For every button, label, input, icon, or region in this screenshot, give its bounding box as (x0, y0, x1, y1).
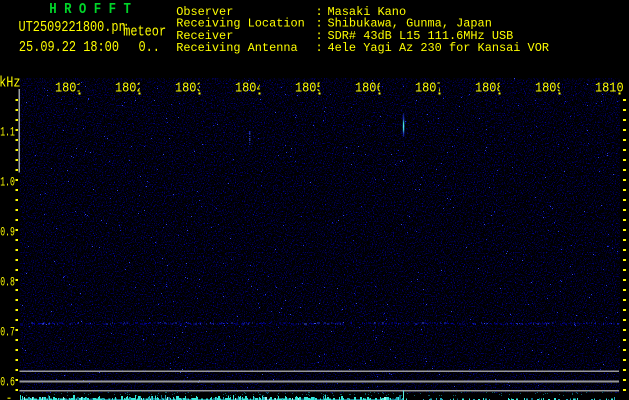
svg-text:25.09.22 18:00: 25.09.22 18:00 (19, 39, 119, 55)
svg-text:1.0: 1.0 (0, 176, 15, 190)
svg-text:meteor: meteor (123, 23, 166, 39)
svg-text:0.7: 0.7 (0, 326, 15, 340)
svg-text:1.1: 1.1 (0, 126, 15, 140)
svg-text:0.8: 0.8 (0, 276, 15, 290)
svg-text:0.9: 0.9 (0, 226, 15, 240)
svg-text:Receiving Antenna: Receiving Antenna (176, 41, 297, 55)
svg-text:4ele Yagi Az 230 for Kansai VO: 4ele Yagi Az 230 for Kansai VOR (328, 41, 550, 55)
svg-text:kHz: kHz (0, 75, 21, 91)
svg-text::: : (316, 41, 323, 55)
svg-text:H R O F F T: H R O F F T (49, 2, 131, 18)
svg-text:UT2509221800.pn: UT2509221800.pn (19, 19, 126, 35)
svg-text:0..: 0.. (139, 39, 160, 55)
svg-text:0.6: 0.6 (0, 376, 15, 390)
